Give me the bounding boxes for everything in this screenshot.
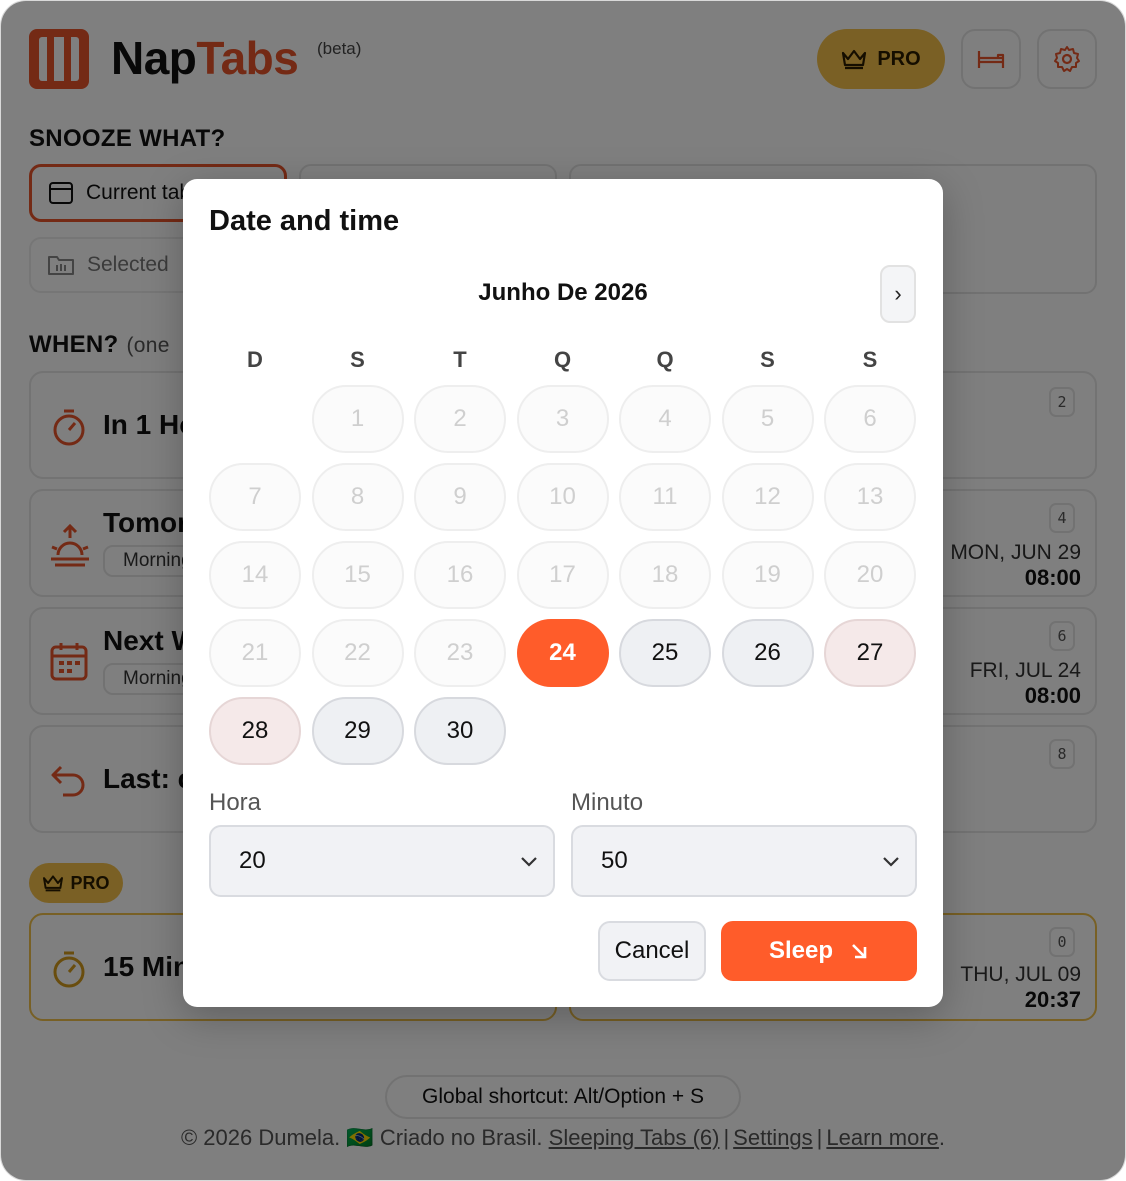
arrow-down-right-icon xyxy=(852,944,867,959)
calendar-day: 17 xyxy=(516,541,609,609)
calendar-day: 11 xyxy=(619,463,711,531)
weekday-header: Q xyxy=(656,347,674,372)
hour-value: 20 xyxy=(239,847,266,874)
minute-select[interactable]: 50 xyxy=(571,825,917,897)
weekday-header: D xyxy=(247,347,263,372)
minute-label: Minuto xyxy=(571,789,644,816)
calendar-day: 1 xyxy=(311,385,404,453)
weekday-header: T xyxy=(453,347,467,372)
calendar-day: 6 xyxy=(824,385,916,453)
calendar-day[interactable]: 25 xyxy=(619,619,711,687)
weekday-header: S xyxy=(760,347,775,372)
weekday-header: S xyxy=(350,347,365,372)
calendar-day: 3 xyxy=(516,385,609,453)
calendar-day[interactable]: 30 xyxy=(414,697,506,765)
calendar-day: 8 xyxy=(311,463,404,531)
popup-frame: NapTabs (beta) PRO SNOOZE WHAT? Current … xyxy=(0,0,1126,1181)
chevron-down-icon xyxy=(883,857,899,867)
minute-value: 50 xyxy=(601,847,628,874)
calendar-day: 7 xyxy=(209,463,301,531)
sleep-button[interactable]: Sleep xyxy=(721,921,917,981)
cancel-button[interactable]: Cancel xyxy=(598,921,706,981)
hour-label: Hora xyxy=(209,789,262,816)
calendar-day: 20 xyxy=(824,541,916,609)
sleep-button-label: Sleep xyxy=(768,937,834,964)
calendar-day[interactable]: 26 xyxy=(721,619,814,687)
calendar-day[interactable]: 24 xyxy=(516,619,609,687)
calendar-day: 13 xyxy=(824,463,916,531)
calendar-day: 21 xyxy=(209,619,301,687)
calendar-day: 23 xyxy=(414,619,506,687)
chevron-down-icon xyxy=(521,857,537,867)
calendar-day: 15 xyxy=(311,541,404,609)
calendar-day: 10 xyxy=(516,463,609,531)
hour-select[interactable]: 20 xyxy=(209,825,555,897)
calendar-day: 5 xyxy=(721,385,814,453)
dialog-title: Date and time xyxy=(209,205,400,237)
calendar-day: 16 xyxy=(414,541,506,609)
calendar-day[interactable]: 27 xyxy=(824,619,916,687)
weekday-header: S xyxy=(862,347,878,372)
calendar-day[interactable]: 29 xyxy=(311,697,404,765)
calendar-day: 19 xyxy=(721,541,814,609)
next-month-button[interactable]: › xyxy=(880,265,916,323)
chevron-right-icon: › xyxy=(894,281,902,306)
calendar-day: 18 xyxy=(619,541,711,609)
calendar-day: 14 xyxy=(209,541,301,609)
weekday-header: Q xyxy=(553,347,572,372)
calendar-day: 22 xyxy=(311,619,404,687)
calendar-day: 2 xyxy=(414,385,506,453)
calendar-day: 4 xyxy=(619,385,711,453)
date-time-dialog: Date and time Junho De 2026 › DSTQQSS123… xyxy=(183,179,943,1007)
calendar-month-label: Junho De 2026 xyxy=(478,279,648,306)
calendar-day: 12 xyxy=(721,463,814,531)
calendar-day[interactable]: 28 xyxy=(209,697,301,765)
calendar-day: 9 xyxy=(414,463,506,531)
